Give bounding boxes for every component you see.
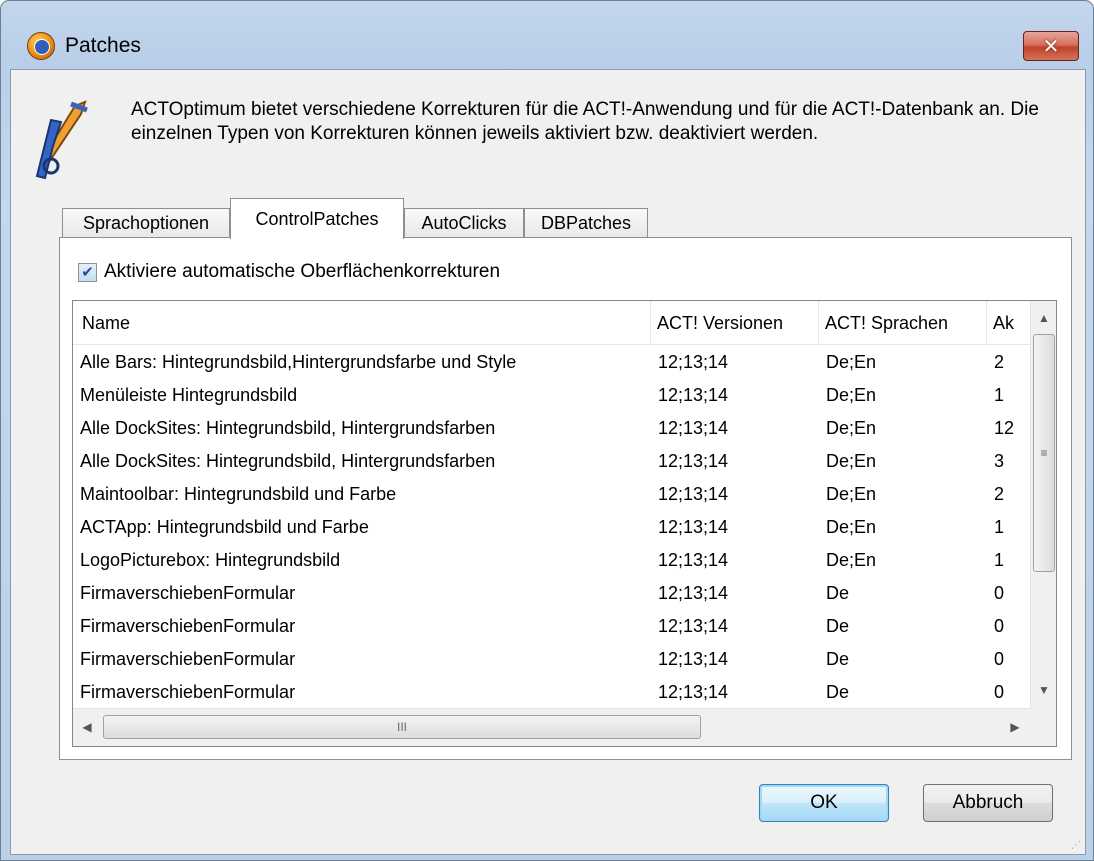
resize-grip-icon[interactable]: ⋰ [1071, 840, 1085, 854]
cell-versions: 12;13;14 [658, 681, 729, 702]
cell-active: 2 [994, 351, 1005, 372]
cell-languages: De [826, 582, 850, 603]
cell-languages: De;En [826, 351, 877, 372]
cell-name: FirmaverschiebenFormular [80, 615, 296, 636]
dialog-client-area: ACTOptimum bietet verschiedene Korrektur… [10, 69, 1086, 855]
table-row[interactable]: Menüleiste Hintegrundsbild 12;13;14 De;E… [73, 378, 1031, 412]
enable-autocorrect-checkbox-row[interactable]: ✔ Aktiviere automatische Oberflächenkorr… [78, 260, 500, 284]
table-row[interactable]: Maintoolbar: Hintegrundsbild und Farbe 1… [73, 477, 1031, 511]
table-row[interactable]: FirmaverschiebenFormular 12;13;14 De 0 [73, 642, 1031, 676]
listview-header: Name ACT! Versionen ACT! Sprachen Ak [73, 301, 1031, 345]
table-row[interactable]: Alle Bars: Hintegrundsbild,Hintergrundsf… [73, 345, 1031, 379]
tab-sprachoptionen[interactable]: Sprachoptionen [62, 208, 230, 238]
cell-versions: 12;13;14 [658, 483, 729, 504]
tab-autoclicks[interactable]: AutoClicks [404, 208, 524, 238]
vertical-scrollbar[interactable]: ▲ ≡ ▼ [1030, 301, 1056, 708]
cell-versions: 12;13;14 [658, 516, 729, 537]
table-row[interactable]: ACTApp: Hintegrundsbild und Farbe 12;13;… [73, 510, 1031, 544]
title-bar[interactable]: Patches ✕ [1, 1, 1093, 61]
cell-active: 2 [994, 483, 1005, 504]
cell-name: Maintoolbar: Hintegrundsbild und Farbe [80, 483, 397, 504]
cell-languages: De [826, 681, 850, 702]
cell-versions: 12;13;14 [658, 615, 729, 636]
cell-active: 1 [994, 384, 1005, 405]
cell-active: 12 [994, 417, 1015, 438]
cell-active: 0 [994, 615, 1005, 636]
table-row[interactable]: FirmaverschiebenFormular 12;13;14 De 0 [73, 576, 1031, 610]
vertical-scroll-thumb[interactable]: ≡ [1033, 334, 1055, 572]
cell-languages: De;En [826, 516, 877, 537]
controlpatches-panel: ✔ Aktiviere automatische Oberflächenkorr… [59, 237, 1072, 760]
horizontal-scrollbar[interactable]: ◀ III ▶ [73, 708, 1031, 746]
cell-active: 0 [994, 648, 1005, 669]
cell-languages: De [826, 615, 850, 636]
tab-controlpatches[interactable]: ControlPatches [230, 198, 404, 239]
listview-body: Alle Bars: Hintegrundsbild,Hintergrundsf… [73, 345, 1031, 708]
scroll-grip-icon: ≡ [1040, 446, 1048, 460]
cell-name: FirmaverschiebenFormular [80, 582, 296, 603]
cell-versions: 12;13;14 [658, 648, 729, 669]
scroll-grip-icon: III [396, 720, 407, 734]
enable-autocorrect-label[interactable]: Aktiviere automatische Oberflächenkorrek… [104, 261, 500, 283]
tab-dbpatches[interactable]: DBPatches [524, 208, 648, 238]
cell-versions: 12;13;14 [658, 417, 729, 438]
close-button[interactable]: ✕ [1023, 31, 1079, 61]
table-row[interactable]: FirmaverschiebenFormular 12;13;14 De 0 [73, 609, 1031, 643]
cell-name: Alle DockSites: Hintegrundsbild, Hinterg… [80, 417, 496, 438]
scrollbar-corner [1031, 708, 1056, 746]
app-logo-icon [27, 32, 55, 60]
cell-languages: De;En [826, 549, 877, 570]
cell-versions: 12;13;14 [658, 450, 729, 471]
cell-active: 1 [994, 516, 1005, 537]
cell-active: 3 [994, 450, 1005, 471]
column-header-languages[interactable]: ACT! Sprachen [819, 301, 987, 345]
close-icon: ✕ [1042, 35, 1060, 58]
column-header-versions[interactable]: ACT! Versionen [651, 301, 819, 345]
cell-name: LogoPicturebox: Hintegrundsbild [80, 549, 341, 570]
patches-listview[interactable]: Name ACT! Versionen ACT! Sprachen Ak All… [72, 300, 1057, 747]
cell-languages: De;En [826, 450, 877, 471]
intro-text: ACTOptimum bietet verschiedene Korrektur… [131, 99, 1039, 144]
ok-button[interactable]: OK [759, 784, 889, 822]
scroll-left-arrow-icon[interactable]: ◀ [75, 715, 99, 739]
cell-languages: De;En [826, 417, 877, 438]
table-row[interactable]: FirmaverschiebenFormular 12;13;14 De 0 [73, 675, 1031, 708]
cell-name: FirmaverschiebenFormular [80, 648, 296, 669]
cell-versions: 12;13;14 [658, 549, 729, 570]
cell-languages: De [826, 648, 850, 669]
cell-name: FirmaverschiebenFormular [80, 681, 296, 702]
table-row[interactable]: Alle DockSites: Hintegrundsbild, Hinterg… [73, 444, 1031, 478]
cell-versions: 12;13;14 [658, 384, 729, 405]
column-header-active[interactable]: Ak [987, 301, 1031, 345]
cell-name: Alle Bars: Hintegrundsbild,Hintergrundsf… [80, 351, 517, 372]
cell-versions: 12;13;14 [658, 351, 729, 372]
column-header-name[interactable]: Name [73, 301, 651, 345]
scroll-up-arrow-icon[interactable]: ▲ [1031, 305, 1056, 331]
cell-active: 1 [994, 549, 1005, 570]
window-title: Patches [65, 34, 141, 57]
enable-autocorrect-checkbox[interactable]: ✔ [78, 262, 97, 282]
cell-versions: 12;13;14 [658, 582, 729, 603]
cell-languages: De;En [826, 384, 877, 405]
horizontal-scroll-thumb[interactable]: III [103, 715, 701, 739]
cell-active: 0 [994, 681, 1005, 702]
scroll-down-arrow-icon[interactable]: ▼ [1031, 677, 1056, 703]
wrench-tools-icon [35, 100, 88, 180]
cell-name: Menüleiste Hintegrundsbild [80, 384, 298, 405]
cell-active: 0 [994, 582, 1005, 603]
checkmark-icon: ✔ [81, 264, 94, 281]
cell-name: ACTApp: Hintegrundsbild und Farbe [80, 516, 369, 537]
cell-name: Alle DockSites: Hintegrundsbild, Hinterg… [80, 450, 496, 471]
table-row[interactable]: Alle DockSites: Hintegrundsbild, Hinterg… [73, 411, 1031, 445]
cell-languages: De;En [826, 483, 877, 504]
patches-dialog: Patches ✕ ACTOptimum bietet verschiedene… [0, 0, 1094, 861]
cancel-button[interactable]: Abbruch [923, 784, 1053, 822]
table-row[interactable]: LogoPicturebox: Hintegrundsbild 12;13;14… [73, 543, 1031, 577]
scroll-right-arrow-icon[interactable]: ▶ [1003, 715, 1027, 739]
